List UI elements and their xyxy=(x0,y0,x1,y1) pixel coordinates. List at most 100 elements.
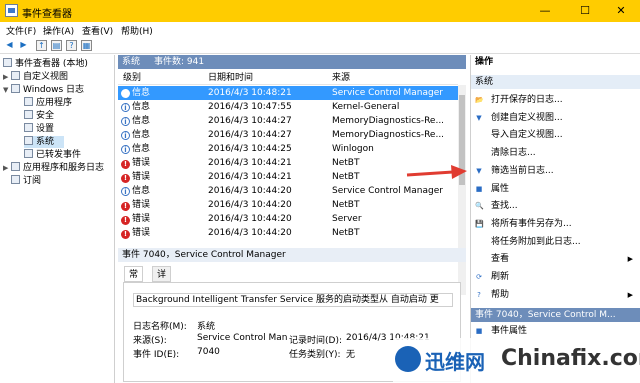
action-label: 刷新 xyxy=(491,272,510,282)
watermark-logo-icon xyxy=(395,346,421,372)
event-row[interactable]: i 信息 2016/4/3 10:44:20 Service Control Mana… xyxy=(118,184,458,198)
menu-file[interactable]: 文件(F) xyxy=(6,24,36,37)
event-row[interactable]: i 信息 2016/4/3 10:48:21 Service Control Mana… xyxy=(118,86,458,100)
action-item[interactable]: 导入自定义视图... xyxy=(471,128,640,142)
error-icon: ! xyxy=(121,174,130,183)
show-hide-tree-icon[interactable]: ▤ xyxy=(51,40,62,51)
tree-custom-views[interactable]: ▶ 自定义视图 xyxy=(3,71,68,83)
level-cell: i 信息 xyxy=(121,142,150,156)
event-row[interactable]: i 信息 2016/4/3 10:44:25 Winlogon xyxy=(118,142,458,156)
close-button[interactable]: ✕ xyxy=(602,0,640,22)
tree-setup-log[interactable]: 设置 xyxy=(24,123,54,135)
action-item[interactable]: 💾 将所有事件另存为... xyxy=(471,217,640,231)
minimize-button[interactable]: — xyxy=(526,0,564,22)
action-item[interactable]: ■ 事件属性 xyxy=(471,324,640,338)
forward-icon[interactable]: ▶ xyxy=(18,40,29,51)
datetime-cell: 2016/4/3 10:44:20 xyxy=(208,186,292,196)
collapse-icon[interactable]: ▼ xyxy=(3,84,11,96)
menu-help[interactable]: 帮助(H) xyxy=(121,24,153,37)
event-row[interactable]: i 信息 2016/4/3 10:44:27 MemoryDiagnostics-Re… xyxy=(118,114,458,128)
level-cell: ! 错误 xyxy=(121,170,150,184)
submenu-arrow-icon: ▶ xyxy=(627,255,633,264)
tab-details[interactable]: 详细信息 xyxy=(152,266,172,328)
level-text: 错误 xyxy=(132,172,151,182)
action-item[interactable]: ▼ 创建自定义视图... xyxy=(471,111,640,125)
level-cell: ! 错误 xyxy=(121,156,150,170)
column-headers: 级别 日期和时间 来源 xyxy=(118,71,458,85)
level-text: 错误 xyxy=(132,200,151,210)
menu-view[interactable]: 查看(V) xyxy=(82,24,113,37)
tree-app-log[interactable]: 应用程序 xyxy=(24,97,72,109)
help-icon[interactable]: ? xyxy=(66,40,77,51)
log-icon xyxy=(24,149,33,158)
action-item[interactable]: 查看 ▶ xyxy=(471,252,640,266)
action-label: 导入自定义视图... xyxy=(491,130,563,141)
column-level[interactable]: 级别 xyxy=(123,71,141,85)
tree-windows-logs[interactable]: ▼ Windows 日志 xyxy=(3,84,84,96)
action-item[interactable]: 清除日志... xyxy=(471,146,640,160)
action-label: 属性 xyxy=(491,183,510,194)
source-cell: NetBT xyxy=(332,158,360,168)
folder-icon xyxy=(11,162,20,171)
source-value: Service Control Man xyxy=(197,333,288,343)
action-item[interactable]: 📂 打开保存的日志... xyxy=(471,93,640,107)
source-cell: MemoryDiagnostics-Re... xyxy=(332,116,445,126)
filter-icon: ▼ xyxy=(476,113,482,122)
level-text: 信息 xyxy=(132,116,151,126)
event-list-scrollbar[interactable] xyxy=(458,85,466,295)
event-row[interactable]: i 信息 2016/4/3 10:44:27 MemoryDiagnostics-Re… xyxy=(118,128,458,142)
source-label: 来源(S): xyxy=(133,336,167,346)
column-source[interactable]: 来源 xyxy=(332,71,350,85)
datetime-cell: 2016/4/3 10:44:20 xyxy=(208,214,292,224)
event-row[interactable]: i 信息 2016/4/3 10:47:55 Kernel-General xyxy=(118,100,458,114)
menu-action[interactable]: 操作(A) xyxy=(43,24,74,37)
action-item[interactable]: ■ 属性 xyxy=(471,182,640,196)
datetime-cell: 2016/4/3 10:44:27 xyxy=(208,116,292,126)
event-row[interactable]: ! 错误 2016/4/3 10:44:20 NetBT xyxy=(118,198,458,212)
info-icon: i xyxy=(121,117,130,126)
datetime-cell: 2016/4/3 10:44:27 xyxy=(208,130,292,140)
tree-root[interactable]: 事件查看器 (本地) xyxy=(3,58,88,70)
event-row[interactable]: ! 错误 2016/4/3 10:44:20 Server xyxy=(118,212,458,226)
level-text: 错误 xyxy=(132,214,151,224)
action-item[interactable]: ? 帮助 ▶ xyxy=(471,288,640,302)
back-icon[interactable]: ◀ xyxy=(4,40,15,51)
source-cell: Server xyxy=(332,214,362,224)
level-text: 错误 xyxy=(132,158,151,168)
error-icon: ! xyxy=(121,216,130,225)
source-cell: NetBT xyxy=(332,172,360,182)
actions-group-event[interactable]: 事件 7040，Service Control M... xyxy=(471,308,640,322)
refresh-icon: ⟳ xyxy=(476,273,482,281)
action-item[interactable]: 将任务附加到此日志... xyxy=(471,235,640,249)
watermark-en: Chinafix.com xyxy=(501,346,640,371)
action-item[interactable]: 🔍 查找... xyxy=(471,199,640,213)
column-datetime[interactable]: 日期和时间 xyxy=(208,71,253,85)
action-label: 事件属性 xyxy=(491,326,528,336)
tree-app-services-logs[interactable]: ▶ 应用程序和服务日志 xyxy=(3,162,104,174)
source-cell: MemoryDiagnostics-Re... xyxy=(332,130,445,140)
annotation-arrow-icon xyxy=(406,165,467,179)
help-icon: ? xyxy=(477,290,481,299)
tree-forwarded-events[interactable]: 已转发事件 xyxy=(24,149,81,161)
expand-icon[interactable]: ▶ xyxy=(3,71,11,83)
expand-icon[interactable]: ▶ xyxy=(3,162,11,174)
event-id-value: 7040 xyxy=(197,347,220,357)
tree-subscriptions[interactable]: 订阅 xyxy=(11,175,41,187)
view-pane-icon[interactable]: ▦ xyxy=(81,40,92,51)
level-text: 错误 xyxy=(132,228,151,238)
tab-general[interactable]: 常规 xyxy=(124,266,144,296)
action-item[interactable]: ▼ 筛选当前日志... xyxy=(471,164,640,178)
up-folder-icon[interactable]: ↑ xyxy=(36,40,47,51)
level-cell: i 信息 xyxy=(121,184,150,198)
datetime-cell: 2016/4/3 10:44:20 xyxy=(208,200,292,210)
tree-security-log[interactable]: 安全 xyxy=(24,110,54,122)
actions-group-system[interactable]: 系统 xyxy=(471,75,640,89)
event-row[interactable]: ! 错误 2016/4/3 10:44:20 NetBT xyxy=(118,226,458,240)
action-label: 打开保存的日志... xyxy=(491,95,563,105)
tree-system-log[interactable]: 系统 xyxy=(24,136,64,148)
action-item[interactable]: ⟳ 刷新 xyxy=(471,270,640,284)
properties-icon: ■ xyxy=(475,184,483,193)
maximize-button[interactable]: ☐ xyxy=(566,0,604,22)
action-label: 查看 xyxy=(491,254,510,265)
find-icon: 🔍 xyxy=(475,202,484,211)
